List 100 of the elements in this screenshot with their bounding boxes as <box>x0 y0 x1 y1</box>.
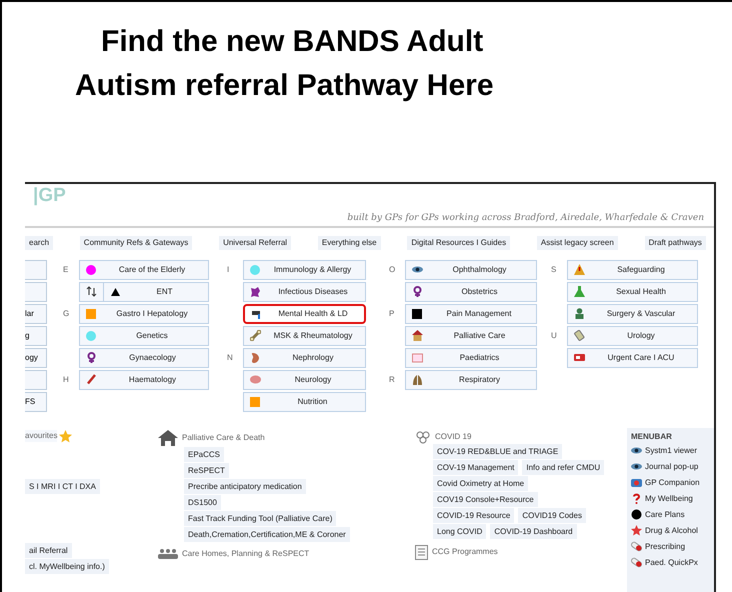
triangle-icon <box>110 286 121 297</box>
warning-icon <box>574 264 585 275</box>
resource-link[interactable]: COV-19 RED&BLUE and TRIAGE <box>433 444 562 458</box>
resource-link[interactable]: Covid Oximetry at Home <box>433 476 528 490</box>
menubar-link[interactable]: Drug & Alcohol <box>631 522 710 538</box>
nav-link[interactable]: Everything else <box>318 236 381 250</box>
specialty-button[interactable]: Care of the Elderly <box>79 260 209 280</box>
specialty-button[interactable]: Sexual Health <box>567 282 698 302</box>
eye-icon <box>631 445 642 456</box>
house-icon <box>158 430 178 446</box>
ambulance-icon <box>574 352 585 363</box>
nav-link[interactable]: Digital Resources I Guides <box>407 236 510 250</box>
site-logo: |GP <box>33 184 66 208</box>
specialty-button[interactable]: ENT <box>79 282 209 302</box>
slide-title: Find the new BANDS Adult <box>101 24 484 60</box>
section-heading: Care Homes, Planning & ReSPECT <box>182 548 310 560</box>
resource-link[interactable]: Precribe anticipatory medication <box>184 478 306 494</box>
menubar-link[interactable]: Paed. QuickPx <box>631 554 710 570</box>
index-letter: O <box>389 264 396 274</box>
specialty-button[interactable]: Paediatrics <box>405 348 537 368</box>
specialty-button[interactable]: Surgery & Vascular <box>567 304 698 324</box>
kidney-icon <box>250 352 261 363</box>
specialty-button[interactable]: Palliative Care <box>405 326 537 346</box>
category-button[interactable]: FS <box>25 392 47 412</box>
flask-icon <box>574 286 585 297</box>
people-icon <box>158 548 178 558</box>
menubar-link[interactable]: Care Plans <box>631 506 710 522</box>
specialty-button[interactable]: Immunology & Allergy <box>243 260 366 280</box>
eye-icon <box>631 461 642 472</box>
category-button[interactable] <box>25 282 47 302</box>
menubar-link[interactable]: My Wellbeing <box>631 490 710 506</box>
slide-title: Autism referral Pathway Here <box>75 68 494 104</box>
category-button[interactable]: ogy <box>25 348 47 368</box>
list-icon <box>415 544 428 560</box>
resource-link[interactable]: Long COVID <box>433 524 486 538</box>
specialty-button[interactable]: Ophthalmology <box>405 260 537 280</box>
camera-icon <box>631 477 642 488</box>
specialty-button[interactable]: Respiratory <box>405 370 537 390</box>
house-icon <box>412 330 423 341</box>
menubar-link[interactable]: Prescribing <box>631 538 710 554</box>
resource-link[interactable]: ReSPECT <box>184 462 229 478</box>
menubar-link[interactable]: Journal pop-up <box>631 458 710 474</box>
specialty-button[interactable]: Pain Management <box>405 304 537 324</box>
specialty-button[interactable]: Neurology <box>243 370 366 390</box>
index-letter: N <box>227 352 233 362</box>
specialty-button[interactable]: Infectious Diseases <box>243 282 366 302</box>
resource-link[interactable]: S I MRI I CT I DXA <box>25 478 100 494</box>
specialty-button[interactable]: MSK & Rheumatology <box>243 326 366 346</box>
section-heading: CCG Programmes <box>432 546 498 558</box>
specialty-button[interactable]: Urgent Care I ACU <box>567 348 698 368</box>
resource-link[interactable]: EPaCCS <box>184 446 224 462</box>
index-letter: G <box>63 308 70 318</box>
menubar-link[interactable]: Systm1 viewer <box>631 442 710 458</box>
section-heading: avourites <box>25 430 58 442</box>
index-letter: E <box>63 264 68 274</box>
star-icon <box>59 430 72 442</box>
question-mark-icon <box>631 493 642 504</box>
resource-link[interactable]: COVID19 Codes <box>518 508 586 522</box>
person-icon <box>574 308 585 319</box>
specialty-button[interactable]: Gastro I Hepatology <box>79 304 209 324</box>
nav-link[interactable]: Universal Referral <box>219 236 292 250</box>
resource-link[interactable]: Info and refer CMDU <box>522 460 604 474</box>
specialty-button[interactable]: Gynaecology <box>79 348 209 368</box>
resource-link[interactable]: COV-19 Management <box>433 460 518 474</box>
nav-link[interactable]: Assist legacy screen <box>536 236 618 250</box>
category-button[interactable] <box>25 370 47 390</box>
resource-link[interactable]: ail Referral <box>25 542 72 558</box>
resource-link[interactable]: Death,Cremation,Certification,ME & Coroner <box>184 526 350 542</box>
specialty-button[interactable]: Nephrology <box>243 348 366 368</box>
nav-link[interactable]: Community Refs & Gateways <box>80 236 192 250</box>
arrows-icon <box>86 286 97 297</box>
index-letter: R <box>389 374 395 384</box>
menubar-title: MENUBAR <box>631 430 673 442</box>
tagline: built by GPs for GPs working across Bradford, Airedale, Wharfedale & Craven <box>347 212 704 225</box>
female-symbol-icon <box>412 286 423 297</box>
section-heading: Palliative Care & Death <box>182 432 265 444</box>
menubar-link[interactable]: GP Companion <box>631 474 710 490</box>
dot-icon <box>631 509 642 520</box>
resource-link[interactable]: COV19 Console+Resource <box>433 492 538 506</box>
category-button[interactable]: g <box>25 326 47 346</box>
specialty-button[interactable]: Urology <box>567 326 698 346</box>
resource-link[interactable]: DS1500 <box>184 494 221 510</box>
resource-link[interactable]: Fast Track Funding Tool (Palliative Care) <box>184 510 336 526</box>
resource-link[interactable]: COVID-19 Dashboard <box>490 524 577 538</box>
resource-link[interactable]: COVID-19 Resource <box>433 508 514 522</box>
specialty-button[interactable]: Obstetrics <box>405 282 537 302</box>
specialty-button[interactable]: Genetics <box>79 326 209 346</box>
specialty-button[interactable]: Nutrition <box>243 392 366 412</box>
specialty-button[interactable]: Mental Health & LD <box>243 304 366 324</box>
capsule-icon <box>631 557 642 568</box>
specialty-button[interactable]: Haematology <box>79 370 209 390</box>
category-button[interactable]: lar <box>25 304 47 324</box>
specialty-button[interactable]: Safeguarding <box>567 260 698 280</box>
category-button[interactable] <box>25 260 47 280</box>
index-letter: P <box>389 308 394 318</box>
capsule-icon <box>631 541 642 552</box>
nav-link[interactable]: Draft pathways <box>644 236 706 250</box>
nav-link[interactable]: earch <box>25 236 54 250</box>
virus-icon <box>415 430 431 444</box>
resource-link[interactable]: cl. MyWellbeing info.) <box>25 558 109 574</box>
